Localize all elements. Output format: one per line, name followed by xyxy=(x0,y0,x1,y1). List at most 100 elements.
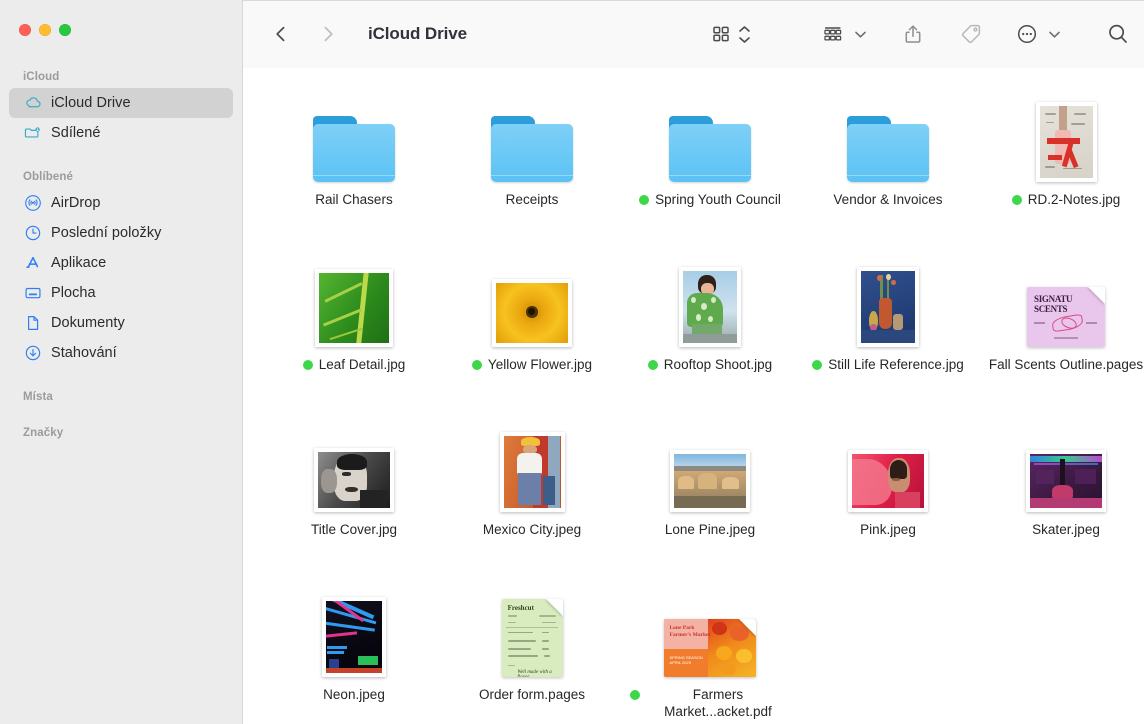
file-name: Lone Pine.jpeg xyxy=(665,521,755,538)
sidebar-item-recents[interactable]: Poslední položky xyxy=(9,218,233,248)
sidebar-header-icloud: iCloud xyxy=(0,66,242,88)
chevron-up-icon xyxy=(738,25,751,33)
file-item[interactable]: Yellow Flower.jpg xyxy=(443,253,621,418)
file-label: RD.2-Notes.jpg xyxy=(986,191,1144,208)
file-label: Neon.jpeg xyxy=(274,686,434,703)
zoom-button[interactable] xyxy=(59,24,71,36)
file-item[interactable]: Lone Pine.jpeg xyxy=(621,418,799,583)
file-item[interactable]: Lone ParkFarmer's Market SPRING SEASONAP… xyxy=(621,583,799,724)
file-item[interactable]: Pink.jpeg xyxy=(799,418,977,583)
back-button[interactable] xyxy=(267,20,295,48)
close-button[interactable] xyxy=(19,24,31,36)
file-item[interactable]: SIGNATUSCENTS Fall Scents Outline.page xyxy=(977,253,1144,418)
pdf-document-icon: Lone ParkFarmer's Market SPRING SEASONAP… xyxy=(664,619,756,677)
sidebar: iCloud iCloud Drive xyxy=(0,0,243,724)
photo-thumbnail xyxy=(679,267,741,347)
shared-status-dot xyxy=(648,360,658,370)
group-by-button[interactable] xyxy=(821,23,845,45)
file-item[interactable]: Vendor & Invoices xyxy=(799,88,977,253)
thumbnail xyxy=(1026,426,1106,512)
more-actions-chevron[interactable] xyxy=(1048,30,1061,39)
tag-button[interactable] xyxy=(959,22,983,46)
file-item[interactable]: Leaf Detail.jpg xyxy=(265,253,443,418)
chevron-down-icon xyxy=(738,36,751,44)
sidebar-item-applications[interactable]: Aplikace xyxy=(9,248,233,278)
thumbnail: Lone ParkFarmer's Market SPRING SEASONAP… xyxy=(664,591,756,677)
photo-thumbnail xyxy=(492,279,572,347)
file-item[interactable]: Rooftop Shoot.jpg xyxy=(621,253,799,418)
sidebar-spacer xyxy=(0,372,242,386)
folded-corner xyxy=(546,599,563,616)
photo-thumbnail xyxy=(500,432,565,512)
sidebar-spacer xyxy=(0,408,242,422)
search-button[interactable] xyxy=(1105,21,1131,47)
file-name: Pink.jpeg xyxy=(860,521,916,538)
file-label: Order form.pages xyxy=(452,686,612,703)
file-name: Skater.jpeg xyxy=(1032,521,1100,538)
file-item[interactable]: Spring Youth Council xyxy=(621,88,799,253)
file-item[interactable]: Title Cover.jpg xyxy=(265,418,443,583)
sidebar-scroll[interactable]: iCloud iCloud Drive xyxy=(0,66,242,724)
more-actions-button[interactable] xyxy=(1015,22,1039,46)
minimize-button[interactable] xyxy=(39,24,51,36)
file-label: Yellow Flower.jpg xyxy=(452,356,612,373)
sidebar-header-tags: Značky xyxy=(0,422,242,444)
folder-icon xyxy=(313,116,395,182)
icon-view-button[interactable] xyxy=(710,23,732,45)
sidebar-item-downloads[interactable]: Stahování xyxy=(9,338,233,368)
thumbnail xyxy=(314,426,394,512)
sidebar-item-shared[interactable]: Sdílené xyxy=(9,118,233,148)
file-label: Fall Scents Outline.pages xyxy=(986,356,1144,373)
file-grid-area[interactable]: Rail Chasers Receipts xyxy=(243,68,1144,724)
desktop-icon xyxy=(23,284,42,303)
file-item[interactable]: Still Life Reference.jpg xyxy=(799,253,977,418)
thumbnail xyxy=(322,591,386,677)
shared-status-dot xyxy=(639,195,649,205)
file-item[interactable]: Neon.jpeg xyxy=(265,583,443,724)
pages-document-icon: Freshcut xyxy=(502,599,563,677)
file-label: Receipts xyxy=(452,191,612,208)
sidebar-item-icloud-drive[interactable]: iCloud Drive xyxy=(9,88,233,118)
file-name: Mexico City.jpeg xyxy=(483,521,581,538)
view-options-stepper[interactable] xyxy=(738,25,751,44)
thumbnail: Freshcut xyxy=(502,591,563,677)
file-item[interactable]: Freshcut xyxy=(443,583,621,724)
main-panel: iCloud Drive xyxy=(243,0,1144,724)
thumbnail xyxy=(1036,96,1097,182)
file-item[interactable]: Skater.jpeg xyxy=(977,418,1144,583)
forward-button[interactable] xyxy=(314,20,342,48)
sidebar-item-label: Aplikace xyxy=(51,255,106,271)
pages-document-icon: SIGNATUSCENTS xyxy=(1027,287,1105,347)
sidebar-spacer xyxy=(0,152,242,166)
file-label: Leaf Detail.jpg xyxy=(274,356,434,373)
file-name: Still Life Reference.jpg xyxy=(828,356,964,373)
file-item[interactable]: RD.2-Notes.jpg xyxy=(977,88,1144,253)
thumbnail xyxy=(670,426,750,512)
file-name: Yellow Flower.jpg xyxy=(488,356,592,373)
file-name: Rooftop Shoot.jpg xyxy=(664,356,772,373)
file-label: Mexico City.jpeg xyxy=(452,521,612,538)
file-item[interactable]: Mexico City.jpeg xyxy=(443,418,621,583)
sidebar-item-documents[interactable]: Dokumenty xyxy=(9,308,233,338)
thumbnail xyxy=(669,96,751,182)
document-icon xyxy=(23,314,42,333)
sidebar-item-label: Poslední položky xyxy=(51,225,161,241)
file-name: RD.2-Notes.jpg xyxy=(1028,191,1121,208)
sidebar-item-label: Sdílené xyxy=(51,125,101,141)
thumbnail xyxy=(313,96,395,182)
file-label: Farmers Market...acket.pdf xyxy=(630,686,790,720)
file-item[interactable]: Receipts xyxy=(443,88,621,253)
thumbnail xyxy=(492,261,572,347)
folder-icon xyxy=(491,116,573,182)
thumbnail xyxy=(315,261,393,347)
sidebar-item-label: Plocha xyxy=(51,285,96,301)
sidebar-item-desktop[interactable]: Plocha xyxy=(9,278,233,308)
file-item[interactable]: Rail Chasers xyxy=(265,88,443,253)
share-button[interactable] xyxy=(901,22,925,46)
sidebar-item-airdrop[interactable]: AirDrop xyxy=(9,188,233,218)
folder-icon xyxy=(847,116,929,182)
group-by-chevron[interactable] xyxy=(854,30,867,39)
file-label: Title Cover.jpg xyxy=(274,521,434,538)
photo-thumbnail xyxy=(857,267,919,347)
file-name: Leaf Detail.jpg xyxy=(319,356,406,373)
